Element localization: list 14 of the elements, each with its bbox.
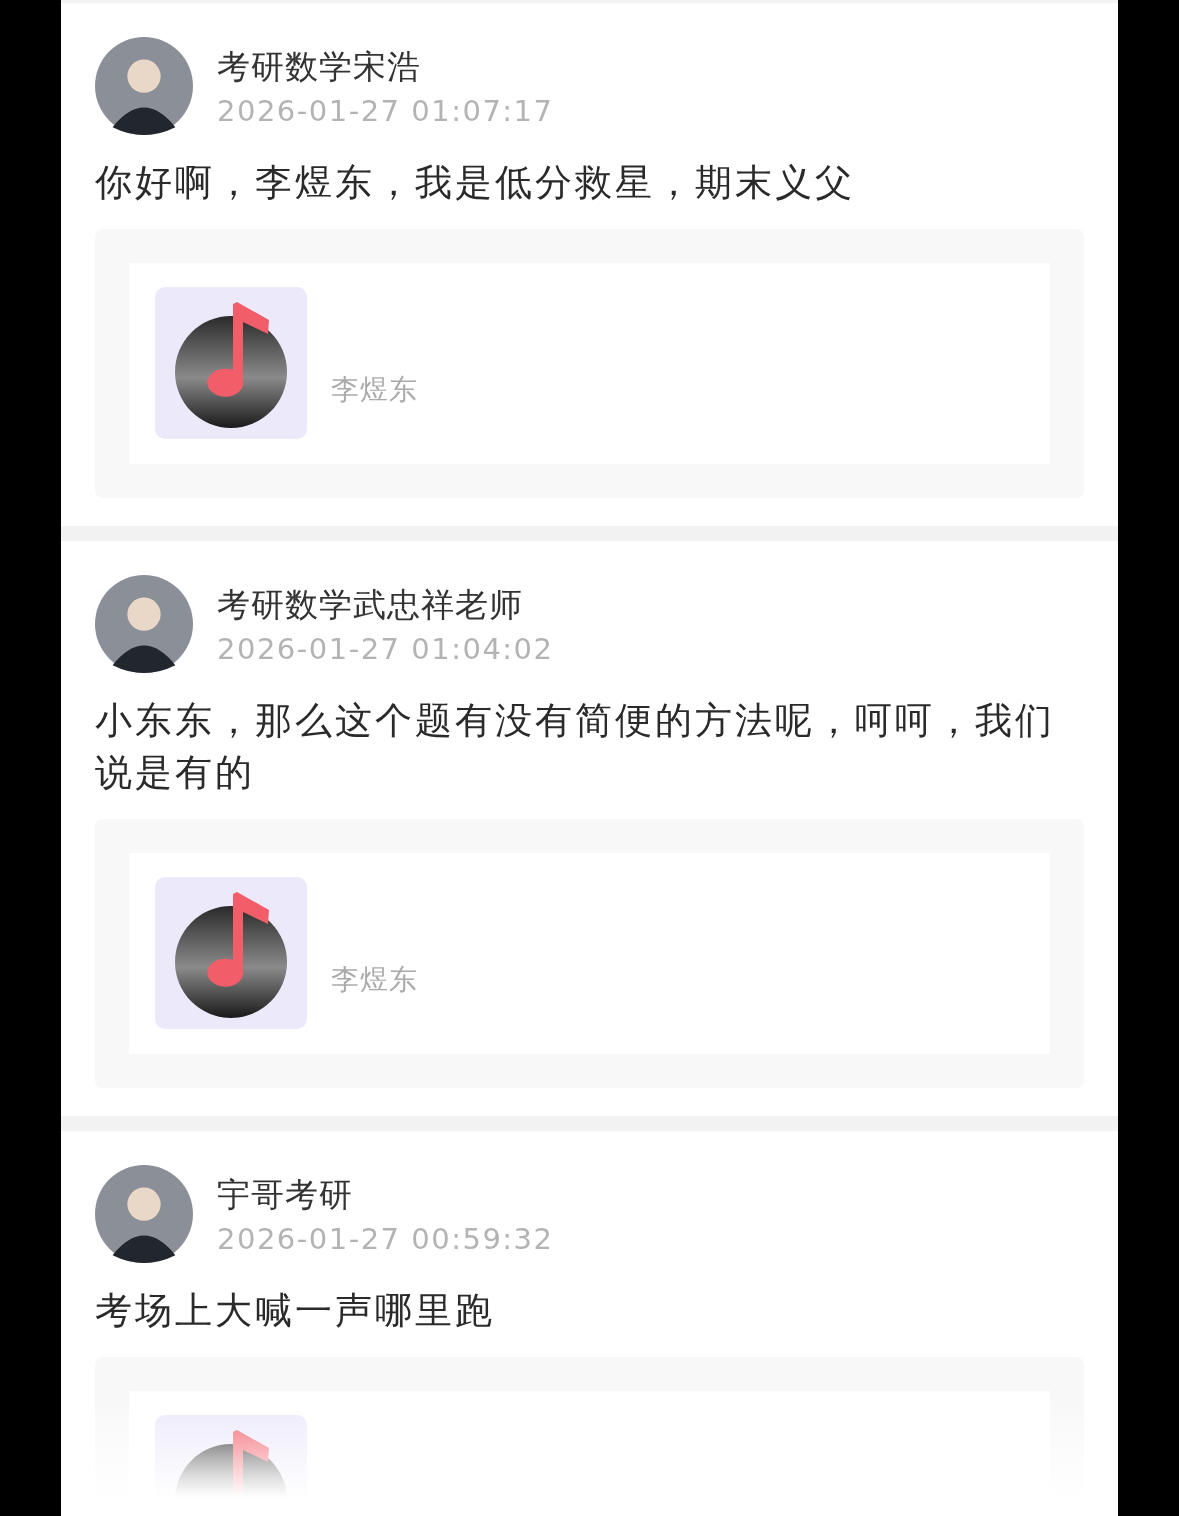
post-text: 小东东，那么这个题有没有简便的方法呢，呵呵，我们说是有的 — [95, 698, 1056, 796]
author-name[interactable]: 宇哥考研 — [217, 1172, 554, 1218]
author-name[interactable]: 考研数学武忠祥老师 — [217, 582, 554, 628]
avatar[interactable] — [95, 37, 193, 135]
post-text: 考场上大喊一声哪里跑 — [95, 1288, 496, 1334]
post-text: 你好啊，李煜东，我是低分救星，期末义父 — [95, 160, 856, 206]
author-name[interactable]: 考研数学宋浩 — [217, 44, 554, 90]
post-time: 2026-01-27 00:59:32 — [217, 1221, 554, 1256]
avatar[interactable] — [95, 575, 193, 673]
track-title: 李煜东 — [331, 372, 418, 408]
avatar[interactable] — [95, 1165, 193, 1263]
track-title: 李煜东 — [331, 962, 418, 998]
post-time: 2026-01-27 01:07:17 — [217, 93, 554, 128]
post-time: 2026-01-27 01:04:02 — [217, 631, 554, 666]
